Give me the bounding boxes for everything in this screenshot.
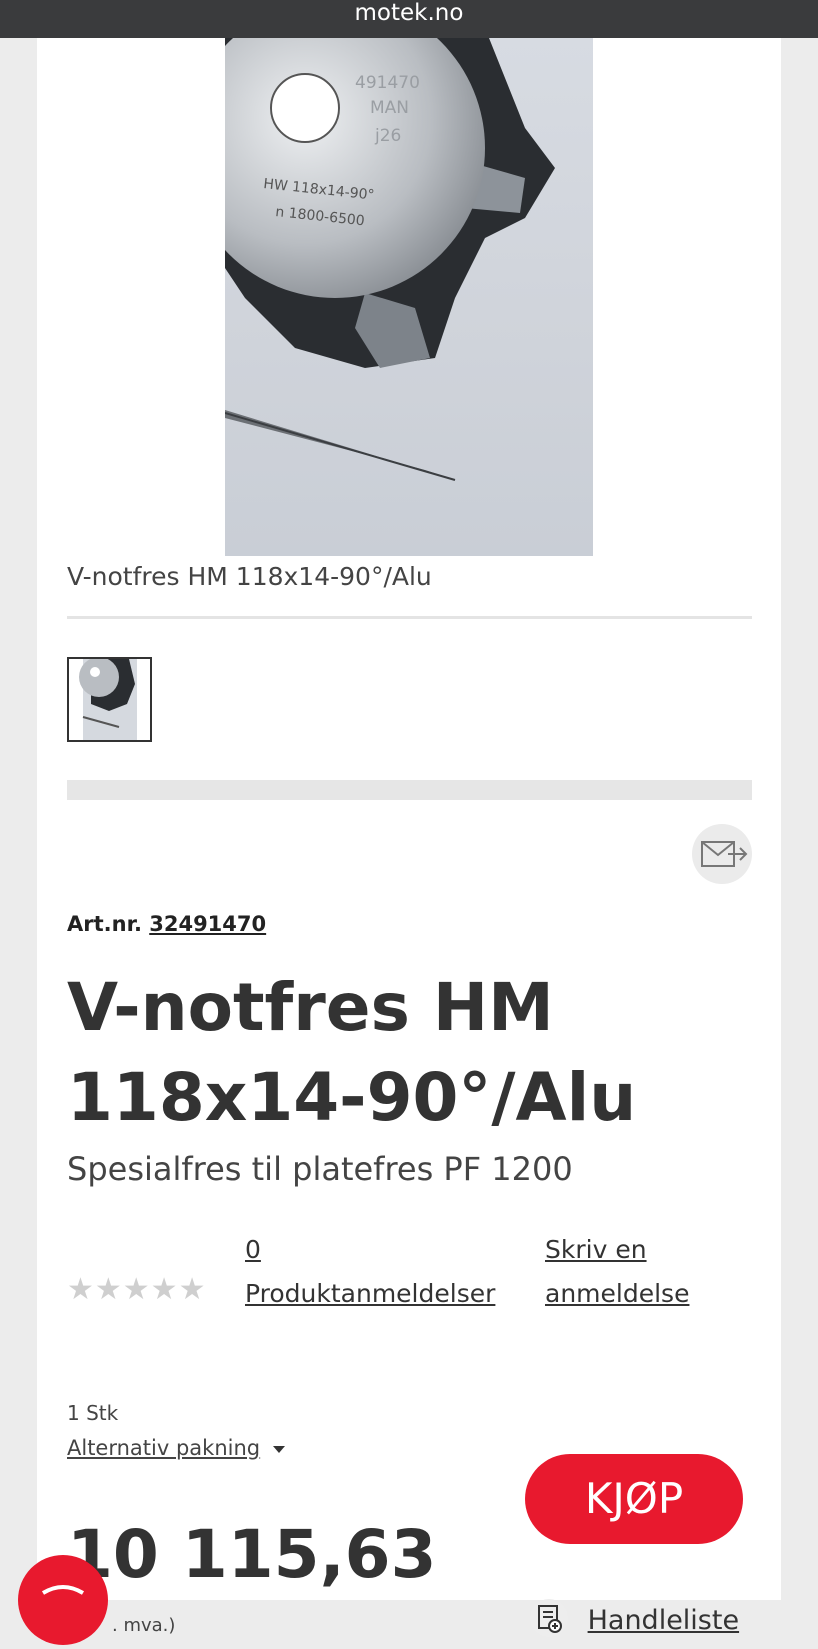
article-number-link[interactable]: 32491470 (149, 912, 266, 936)
product-title: V-notfres HM 118x14-90°/Alu (67, 969, 637, 1136)
vat-note: . mva.) (112, 1615, 176, 1636)
image-caption: V-notfres HM 118x14-90°/Alu (67, 562, 432, 591)
disc-text-man: MAN (370, 98, 409, 118)
chat-icon (41, 1585, 85, 1595)
browser-domain: motek.no (354, 0, 464, 26)
write-review-line1: Skriv en (545, 1235, 647, 1264)
envelope-share-icon (701, 841, 748, 867)
list-add-icon (529, 1598, 569, 1645)
alternative-packaging-dropdown[interactable]: Alternativ pakning (67, 1436, 285, 1460)
rating-stars: ★★★★★ (67, 1272, 207, 1307)
share-by-email-button[interactable] (692, 824, 752, 884)
product-price: 10 115,63 (67, 1516, 437, 1593)
disc-text-code: j26 (374, 126, 401, 146)
shopping-list-label: Handleliste (587, 1605, 740, 1636)
chat-button[interactable] (18, 1555, 108, 1645)
product-image[interactable]: 491470 MAN j26 HW 118x14-90° n 1800-6500 (225, 38, 593, 556)
cutter-illustration: 491470 MAN j26 HW 118x14-90° n 1800-6500 (225, 38, 555, 481)
buy-button[interactable]: KJØP (525, 1454, 743, 1544)
write-review-line2: anmeldelse (545, 1279, 690, 1308)
disc-text-number: 491470 (355, 73, 420, 93)
gallery-scrollbar[interactable] (67, 780, 752, 800)
gallery-thumbnail[interactable] (67, 657, 152, 742)
shopping-list-button[interactable]: Handleliste (529, 1598, 739, 1645)
packaging-unit: 1 Stk (67, 1401, 119, 1425)
reviews-label: Produktanmeldelser (245, 1279, 496, 1308)
reviews-count: 0 (245, 1235, 261, 1264)
product-page: 491470 MAN j26 HW 118x14-90° n 1800-6500… (37, 38, 781, 1637)
reviews-link[interactable]: 0 Produktanmeldelser (245, 1228, 495, 1316)
caret-down-icon (272, 1445, 285, 1453)
article-number: Art.nr. 32491470 (67, 912, 266, 936)
divider (67, 616, 752, 619)
write-review-link[interactable]: Skriv en anmeldelse (545, 1228, 689, 1316)
alternative-packaging-label: Alternativ pakning (67, 1436, 261, 1460)
product-subtitle: Spesialfres til platefres PF 1200 (67, 1150, 573, 1188)
thumbnail-image (79, 659, 137, 740)
browser-url-bar[interactable]: motek.no (0, 0, 818, 38)
article-number-label: Art.nr. (67, 912, 142, 936)
